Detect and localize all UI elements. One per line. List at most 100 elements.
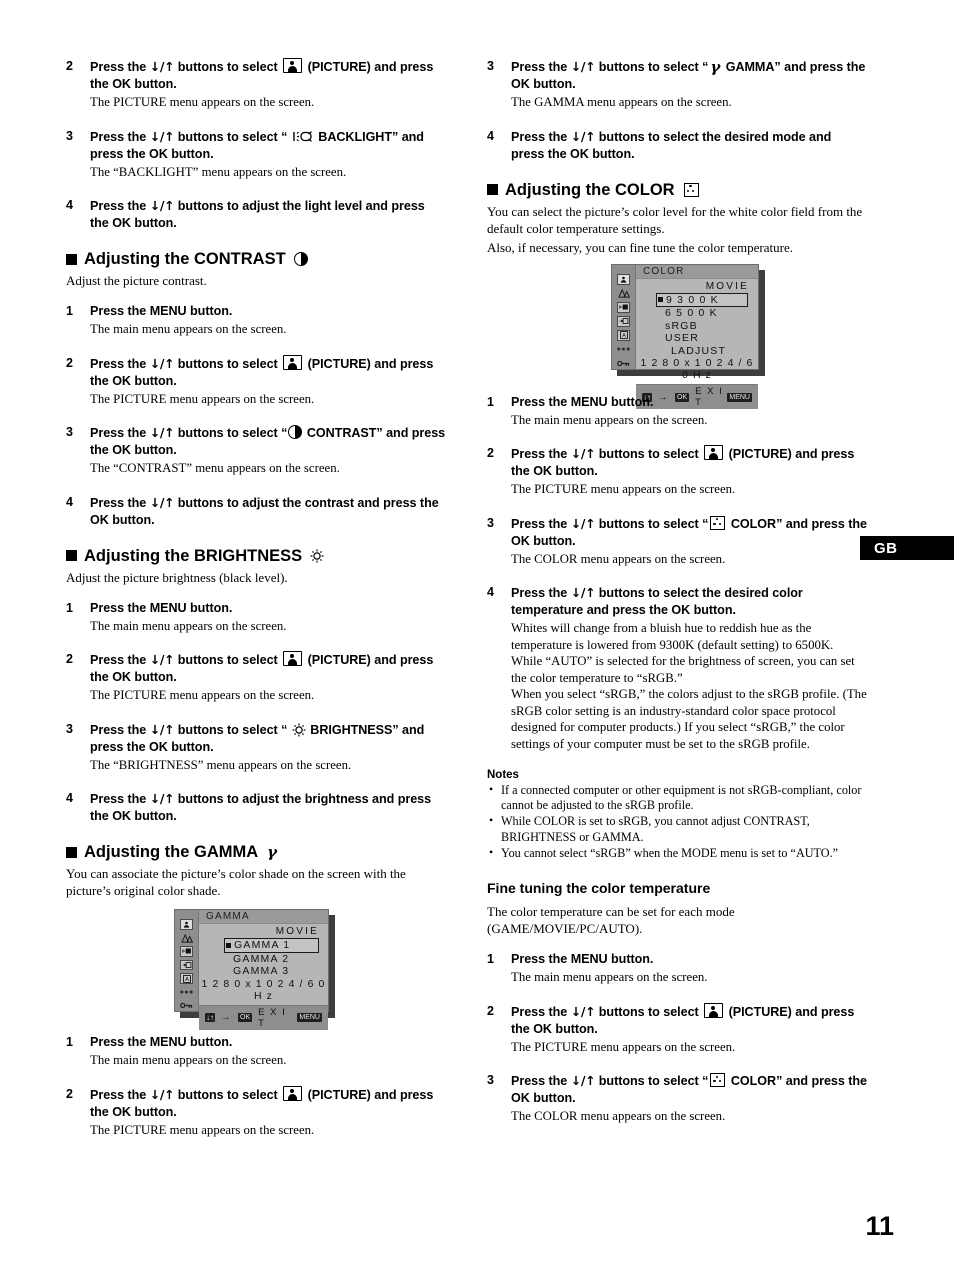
step-heading: Press the ↓/↑ buttons to select the desi… (511, 584, 867, 619)
language-icon[interactable]: A (617, 329, 630, 341)
step-heading: Press the ↓/↑ buttons to select “ CONTRA… (90, 424, 446, 459)
color-icon (683, 182, 699, 197)
osd-option[interactable]: sRGB (656, 320, 758, 333)
contrast-icon (288, 425, 303, 439)
section-heading-gamma: Adjusting the GAMMA γ (66, 842, 446, 862)
step-number: 3 (487, 59, 494, 73)
section-heading-brightness: Adjusting the BRIGHTNESS (66, 546, 446, 566)
osd-option[interactable]: 6 5 0 0 K (656, 307, 758, 320)
square-bullet-icon (66, 253, 77, 265)
step-number: 3 (66, 721, 73, 736)
step-item: 2 Press the ↓/↑ buttons to select (PICTU… (66, 354, 446, 408)
exit-label: E X I T (258, 1006, 287, 1029)
key-lock-icon[interactable] (180, 1000, 193, 1011)
screen-size-icon[interactable] (180, 959, 193, 971)
step-text: Press the (90, 1087, 150, 1102)
step-body: The “BACKLIGHT” menu appears on the scre… (90, 164, 347, 179)
step-item: 2 Press the ↓/↑ buttons to select (PICTU… (66, 1085, 446, 1139)
screen-size-icon[interactable] (617, 315, 630, 327)
step-text: buttons to select (174, 1087, 282, 1102)
backlight-icon (293, 130, 313, 143)
step-text: Press the (511, 1074, 571, 1089)
osd-option[interactable]: GAMMA 2 (224, 953, 328, 966)
mountains-icon[interactable] (180, 933, 193, 944)
step-number: 2 (66, 355, 73, 370)
mountains-icon[interactable] (617, 288, 630, 299)
osd-option[interactable]: USER (656, 332, 758, 345)
osd-gamma-figure: A GAMMA MOVIE GAMMA 1 GAMMA 2 GAMMA 3 1 … (174, 909, 335, 1030)
down-up-arrows-icon: ↓/↑ (570, 1003, 596, 1019)
osd-window: A COLOR MOVIE 9 3 0 0 K 6 5 0 0 K sRGB U… (611, 263, 759, 409)
step-body: The PICTURE menu appears on the screen. (511, 1039, 736, 1054)
step-body: The PICTURE menu appears on the screen. (90, 95, 315, 109)
step-heading: Press the MENU button. (90, 600, 233, 615)
menu-position-icon[interactable] (617, 344, 630, 355)
step-heading: Press the MENU button. (511, 952, 654, 967)
gamma-icon: γ (267, 843, 278, 861)
osd-option[interactable]: LADJUST (656, 345, 758, 358)
down-up-arrows-icon: ↓/↑ (149, 721, 175, 737)
step-item: 2 Press the ↓/↑ buttons to select (PICTU… (66, 58, 446, 111)
step-item: 3 Press the ↓/↑ buttons to select “ COLO… (487, 515, 867, 568)
step-body: The main menu appears on the screen. (90, 618, 287, 633)
ok-button-hint: OK (238, 1013, 253, 1022)
step-body: The PICTURE menu appears on the screen. (90, 688, 315, 702)
menu-position-icon[interactable] (180, 987, 193, 998)
step-heading: Press the ↓/↑ buttons to select “γ GAMMA… (511, 58, 867, 93)
step-text: buttons to select (174, 653, 282, 667)
osd-hint-bar: ↓↑ → OK E X I T MENU (199, 1004, 328, 1030)
menu-button-hint: MENU (297, 1013, 322, 1022)
step-number: 1 (66, 600, 73, 615)
step-heading: Press the MENU button. (90, 304, 233, 318)
step-text: buttons to select (595, 1004, 703, 1019)
screen-position-icon[interactable] (180, 946, 193, 957)
picture-icon[interactable] (617, 273, 630, 285)
note-text: While COLOR is set to sRGB, you cannot a… (501, 814, 810, 844)
step-body: The COLOR menu appears on the screen. (511, 1109, 726, 1124)
down-up-arrows-icon: ↓↑ (205, 1013, 215, 1022)
step-item: 4 Press the ↓/↑ buttons to adjust the li… (66, 197, 446, 232)
picture-icon[interactable] (180, 919, 193, 930)
step-body: The PICTURE menu appears on the screen. (90, 391, 315, 406)
step-number: 1 (487, 394, 494, 409)
step-body: The PICTURE menu appears on the screen. (90, 1122, 315, 1137)
subsection-intro: The color temperature can be set for eac… (487, 904, 735, 937)
note-text: If a connected computer or other equipme… (501, 783, 862, 813)
picture-icon (283, 58, 303, 73)
contrast-icon (293, 252, 308, 266)
osd-option[interactable]: GAMMA 3 (224, 965, 328, 978)
key-lock-icon[interactable] (617, 358, 630, 369)
down-up-arrows-icon: ↓/↑ (149, 355, 175, 371)
step-body: The PICTURE menu appears on the screen. (511, 482, 736, 496)
step-body: The “BRIGHTNESS” menu appears on the scr… (90, 757, 352, 772)
step-number: 2 (66, 652, 73, 666)
step-text: buttons to select “ (595, 516, 709, 531)
osd-option-selected[interactable]: GAMMA 1 (224, 938, 320, 953)
step-item: 3 Press the ↓/↑ buttons to select “γ GAM… (487, 58, 867, 111)
right-arrow-icon: → (221, 1012, 232, 1023)
bullet-icon: • (489, 813, 494, 828)
step-body: Whites will change from a bluish hue to … (511, 621, 867, 751)
step-text: Press the (511, 1004, 571, 1019)
osd-icon-rail: A (612, 264, 636, 369)
osd-option-selected[interactable]: 9 3 0 0 K (656, 292, 748, 307)
step-item: 2 Press the ↓/↑ buttons to select (PICTU… (487, 1002, 867, 1056)
step-item: 4 Press the ↓/↑ buttons to select the de… (487, 128, 867, 163)
osd-option-list: 9 3 0 0 K 6 5 0 0 K sRGB USER LADJUST (636, 292, 758, 358)
brightness-icon (292, 723, 306, 737)
picture-icon (283, 354, 303, 370)
osd-window: A GAMMA MOVIE GAMMA 1 GAMMA 2 GAMMA 3 1 … (174, 909, 329, 1030)
step-text: buttons to select (595, 447, 703, 461)
step-item: 4 Press the ↓/↑ buttons to select the de… (487, 584, 867, 752)
step-item: 1 Press the MENU button. The main menu a… (66, 600, 446, 635)
language-icon[interactable]: A (180, 973, 193, 984)
subsection-heading-fine-tuning: Fine tuning the color temperature (487, 880, 711, 897)
down-up-arrows-icon: ↓/↑ (570, 585, 596, 600)
step-text: Press the (90, 356, 150, 371)
osd-option-list: GAMMA 1 GAMMA 2 GAMMA 3 (199, 938, 328, 978)
screen-position-icon[interactable] (617, 301, 630, 313)
step-item: 3 Press the ↓/↑ buttons to select “ BACK… (66, 128, 446, 181)
step-item: 3 Press the ↓/↑ buttons to select “ CONT… (66, 424, 446, 477)
down-up-arrows-icon: ↓/↑ (570, 1073, 596, 1089)
svg-text:A: A (622, 333, 626, 339)
